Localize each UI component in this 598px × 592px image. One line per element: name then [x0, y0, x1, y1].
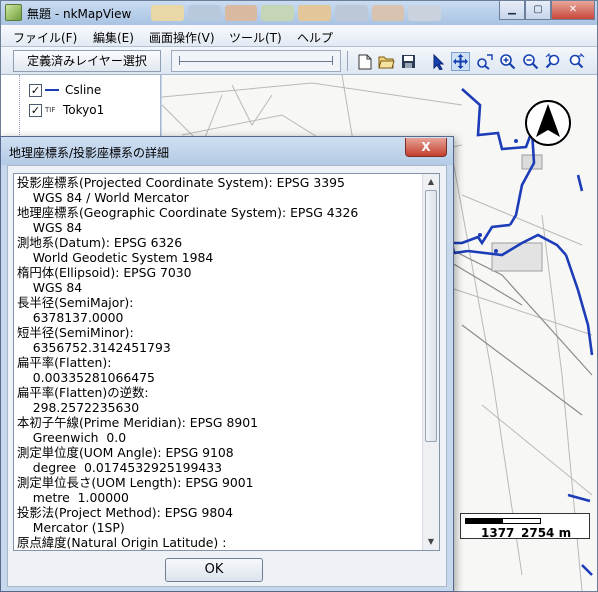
toolbar-separator	[347, 51, 348, 71]
window-title: 無題 - nkMapView	[27, 7, 132, 21]
layer-item-csline[interactable]: ✓ Csline	[15, 81, 101, 99]
crs-detail-line: 楕円体(Ellipsoid): EPSG 7030	[17, 265, 192, 280]
dialog-body: 投影座標系(Projected Coordinate System): EPSG…	[7, 165, 447, 587]
crs-detail-line: 6378137.0000	[17, 310, 124, 325]
menu-bar: ファイル(F) 編集(E) 画面操作(V) ツール(T) ヘルプ	[1, 25, 597, 47]
crs-detail-line: 投影法(Project Method): EPSG 9804	[17, 505, 233, 520]
scale-bar: 1377 2754 m	[460, 513, 590, 540]
app-icon	[5, 4, 22, 21]
scroll-thumb[interactable]	[425, 190, 437, 442]
layer-item-tokyo1[interactable]: ✓ TIF Tokyo1	[15, 101, 104, 119]
window-close-button[interactable]: ✕	[551, 1, 595, 20]
crs-detail-line: 扁平率(Flatten)の逆数:	[17, 385, 149, 400]
line-symbol-icon	[45, 89, 59, 91]
toolbar: 定義済みレイヤー選択	[1, 47, 597, 75]
scroll-down-icon[interactable]: ▼	[423, 534, 439, 550]
zoom-in-icon[interactable]	[498, 52, 517, 71]
crs-detail-textarea[interactable]: 投影座標系(Projected Coordinate System): EPSG…	[13, 173, 440, 551]
crs-detail-line: degree 0.0174532925199433	[17, 460, 223, 475]
new-file-icon[interactable]	[355, 52, 374, 71]
crs-detail-line: WGS 84	[17, 280, 83, 295]
crs-detail-line: metre 1.00000	[17, 490, 129, 505]
ok-button[interactable]: OK	[165, 558, 263, 582]
window-controls: ▁ ▢ ✕	[499, 1, 595, 20]
blurred-taskbar-strip	[151, 5, 441, 21]
predefined-layer-select-button[interactable]: 定義済みレイヤー選択	[13, 50, 161, 72]
raster-symbol-icon: TIF	[45, 106, 56, 114]
crs-detail-line: 6356752.3142451793	[17, 340, 171, 355]
crs-detail-line: 0.00000	[17, 550, 422, 551]
crs-detail-line: 本初子午線(Prime Meridian): EPSG 8901	[17, 415, 258, 430]
zoom-slider[interactable]	[171, 50, 341, 72]
menu-help[interactable]: ヘルプ	[297, 29, 333, 46]
menu-view[interactable]: 画面操作(V)	[149, 29, 215, 46]
menu-edit[interactable]: 編集(E)	[93, 29, 134, 46]
layer-checkbox-tokyo1[interactable]: ✓	[29, 103, 42, 117]
scale-label-mid: 1377	[481, 526, 515, 540]
menu-file[interactable]: ファイル(F)	[13, 29, 77, 46]
maximize-button[interactable]: ▢	[525, 1, 551, 20]
open-folder-icon[interactable]	[377, 52, 396, 71]
crs-detail-line: 長半径(SemiMajor):	[17, 295, 134, 310]
crs-detail-line: 原点緯度(Natural Origin Latitude) :	[17, 535, 227, 550]
zoom-out-icon[interactable]	[521, 52, 540, 71]
crs-detail-line: 測定単位度(UOM Angle): EPSG 9108	[17, 445, 234, 460]
minimize-button[interactable]: ▁	[499, 1, 525, 20]
title-bar: 無題 - nkMapView ▁ ▢ ✕	[1, 1, 597, 25]
crs-detail-line: 測地系(Datum): EPSG 6326	[17, 235, 183, 250]
dialog-title-bar: 地理座標系/投影座標系の詳細 X	[1, 137, 453, 165]
layer-panel: ✓ Csline ✓ TIF Tokyo1	[1, 75, 161, 137]
crs-detail-line: Mercator (1SP)	[17, 520, 125, 535]
layer-name: Csline	[65, 83, 102, 97]
crs-detail-line: World Geodetic System 1984	[17, 250, 214, 265]
dialog-title: 地理座標系/投影座標系の詳細	[9, 146, 170, 160]
crs-detail-line: 298.2572235630	[17, 400, 140, 415]
crs-detail-line: 測定単位長さ(UOM Length): EPSG 9001	[17, 475, 254, 490]
crs-detail-line: Greenwich 0.0	[17, 430, 127, 445]
crs-detail-line: WGS 84 / World Mercator	[17, 190, 189, 205]
zoom-previous-icon[interactable]	[544, 52, 563, 71]
save-icon[interactable]	[399, 52, 418, 71]
crs-detail-line: 短半径(SemiMinor):	[17, 325, 134, 340]
crs-detail-line: 投影座標系(Projected Coordinate System): EPSG…	[17, 175, 345, 190]
crs-detail-line: 0.00335281066475	[17, 370, 155, 385]
vertical-scrollbar[interactable]: ▲ ▼	[422, 174, 439, 550]
scale-label-end: 2754 m	[521, 526, 572, 540]
crs-detail-line: WGS 84	[17, 220, 83, 235]
pan-icon[interactable]	[451, 52, 470, 71]
scroll-up-icon[interactable]: ▲	[423, 174, 439, 190]
layer-checkbox-csline[interactable]: ✓	[29, 83, 42, 97]
crs-detail-dialog: 地理座標系/投影座標系の詳細 X 投影座標系(Projected Coordin…	[0, 136, 454, 592]
crs-detail-line: 地理座標系(Geographic Coordinate System): EPS…	[17, 205, 359, 220]
north-arrow-icon	[524, 99, 572, 147]
crs-detail-text: 投影座標系(Projected Coordinate System): EPSG…	[17, 175, 422, 551]
layer-name: Tokyo1	[63, 103, 105, 117]
select-arrow-icon[interactable]	[429, 52, 448, 71]
zoom-extent-icon[interactable]	[475, 52, 494, 71]
crs-detail-line: 扁平率(Flatten):	[17, 355, 112, 370]
zoom-next-icon[interactable]	[567, 52, 586, 71]
dialog-close-button[interactable]: X	[405, 138, 447, 157]
menu-tools[interactable]: ツール(T)	[229, 29, 282, 46]
